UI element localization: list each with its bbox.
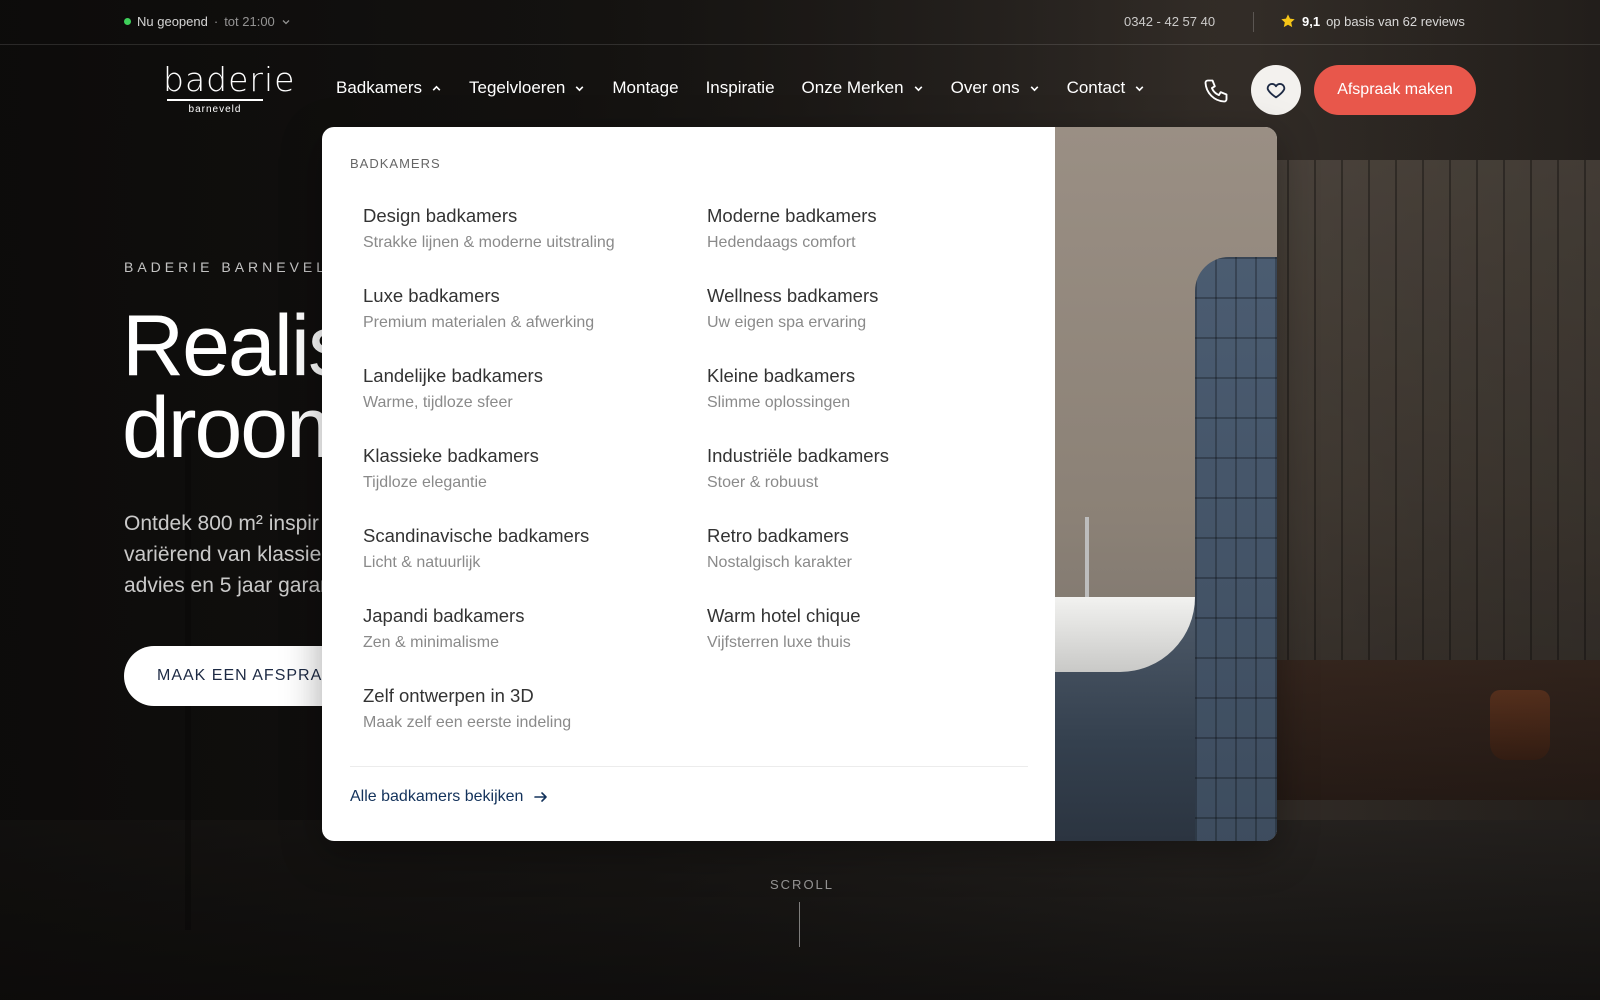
reviews-rating[interactable]: 9,1 op basis van 62 reviews [1280, 13, 1465, 29]
nav-label: Onze Merken [801, 78, 904, 97]
mega-menu-column-left: Design badkamers Strakke lijnen & modern… [363, 204, 693, 764]
make-appointment-button[interactable]: Afspraak maken [1314, 65, 1476, 115]
menu-item-subtitle: Hedendaags comfort [707, 234, 856, 251]
promo-tiled-column [1195, 257, 1277, 841]
arrow-right-icon [534, 792, 548, 802]
hero-title-line: Realis [122, 298, 351, 394]
phone-number-link[interactable]: 0342 - 42 57 40 [1124, 14, 1215, 29]
scroll-indicator-label: SCROLL [770, 877, 835, 892]
menu-item-subtitle: Nostalgisch karakter [707, 554, 852, 571]
menu-item-wellness-badkamers[interactable]: Wellness badkamers Uw eigen spa ervaring [707, 284, 1037, 364]
chevron-down-icon [1135, 85, 1144, 91]
nav-item-inspiratie[interactable]: Inspiratie [706, 78, 775, 98]
hero-title-line: droom [122, 380, 358, 476]
menu-item-subtitle: Licht & natuurlijk [363, 554, 481, 571]
menu-item-title: Retro badkamers [707, 525, 849, 546]
menu-item-subtitle: Uw eigen spa ervaring [707, 314, 867, 331]
main-nav: Badkamers Tegelvloeren Montage Inspirati… [336, 78, 1145, 98]
main-header: baderie barneveld Badkamers Tegelvloeren… [0, 45, 1600, 135]
hero-title: Realis droom [122, 298, 358, 476]
nav-item-onze-merken[interactable]: Onze Merken [802, 78, 924, 98]
chevron-down-icon [914, 85, 922, 91]
rating-text: op basis van 62 reviews [1326, 13, 1465, 29]
menu-item-scandinavische-badkamers[interactable]: Scandinavische badkamers Licht & natuurl… [363, 524, 693, 604]
menu-item-title: Moderne badkamers [707, 205, 877, 226]
menu-item-subtitle: Zen & minimalisme [363, 634, 500, 651]
menu-item-design-badkamers[interactable]: Design badkamers Strakke lijnen & modern… [363, 204, 693, 284]
rating-score: 9,1 [1302, 13, 1321, 29]
menu-item-subtitle: Vijfsterren luxe thuis [707, 634, 851, 651]
nav-item-over-ons[interactable]: Over ons [951, 78, 1040, 98]
menu-item-kleine-badkamers[interactable]: Kleine badkamers Slimme oplossingen [707, 364, 1037, 444]
opening-hours-toggle[interactable]: Nu geopend · tot 21:00 [124, 14, 291, 29]
nav-label: Over ons [950, 78, 1020, 97]
green-dot-icon [124, 18, 131, 25]
menu-item-zelf-ontwerpen-3d[interactable]: Zelf ontwerpen in 3D Maak zelf een eerst… [363, 684, 693, 764]
menu-item-subtitle: Premium materialen & afwerking [363, 314, 595, 331]
menu-item-moderne-badkamers[interactable]: Moderne badkamers Hedendaags comfort [707, 204, 1037, 284]
menu-item-japandi-badkamers[interactable]: Japandi badkamers Zen & minimalisme [363, 604, 693, 684]
open-status-text: Nu geopend [137, 14, 208, 29]
menu-item-title: Klassieke badkamers [363, 445, 539, 466]
chevron-down-icon [282, 19, 290, 24]
menu-item-klassieke-badkamers[interactable]: Klassieke badkamers Tijdloze elegantie [363, 444, 693, 524]
chevron-down-icon [576, 85, 584, 91]
nav-item-montage[interactable]: Montage [612, 78, 678, 98]
promo-faucet [1085, 517, 1089, 607]
nav-item-contact[interactable]: Contact [1067, 78, 1146, 98]
menu-item-warm-hotel-chique[interactable]: Warm hotel chique Vijfsterren luxe thuis [707, 604, 1037, 684]
menu-item-title: Kleine badkamers [707, 365, 856, 386]
badkamers-mega-menu: BADKAMERS Design badkamers Strakke lijne… [322, 127, 1277, 841]
phone-icon[interactable] [1202, 77, 1230, 105]
scroll-indicator-line [799, 902, 800, 947]
heart-icon [1266, 83, 1286, 99]
nav-item-badkamers[interactable]: Badkamers [336, 78, 442, 98]
chevron-down-icon [1030, 85, 1038, 91]
mega-menu-heading: BADKAMERS [350, 156, 441, 171]
menu-item-landelijke-badkamers[interactable]: Landelijke badkamers Warme, tijdloze sfe… [363, 364, 693, 444]
hero-eyebrow: BADERIE BARNEVELD [124, 259, 343, 275]
view-all-bathrooms-link[interactable]: Alle badkamers bekijken [350, 788, 549, 806]
logo[interactable]: baderie barneveld [163, 60, 296, 116]
logo-name: baderie [163, 60, 296, 99]
menu-item-title: Scandinavische badkamers [363, 525, 590, 546]
nav-label: Badkamers [336, 78, 422, 97]
top-bar: Nu geopend · tot 21:00 0342 - 42 57 40 9… [0, 0, 1600, 45]
separator-text: · [213, 14, 219, 29]
menu-item-title: Design badkamers [363, 205, 518, 226]
favorites-button[interactable] [1251, 65, 1301, 115]
chevron-up-icon [432, 85, 441, 91]
menu-item-subtitle: Slimme oplossingen [707, 394, 851, 411]
divider [1253, 12, 1254, 32]
nav-item-tegelvloeren[interactable]: Tegelvloeren [469, 78, 585, 98]
logo-location: barneveld [188, 104, 242, 115]
menu-item-title: Landelijke badkamers [363, 365, 543, 386]
menu-item-subtitle: Warme, tijdloze sfeer [363, 394, 513, 411]
bathroom-promo-image [1055, 127, 1277, 841]
menu-item-industriele-badkamers[interactable]: Industriële badkamers Stoer & robuust [707, 444, 1037, 524]
nav-label: Montage [612, 78, 679, 97]
logo-rule [167, 99, 263, 101]
menu-item-subtitle: Strakke lijnen & moderne uitstraling [363, 234, 615, 251]
menu-item-title: Industriële badkamers [707, 445, 890, 466]
menu-item-luxe-badkamers[interactable]: Luxe badkamers Premium materialen & afwe… [363, 284, 693, 364]
menu-item-retro-badkamers[interactable]: Retro badkamers Nostalgisch karakter [707, 524, 1037, 604]
menu-item-subtitle: Stoer & robuust [707, 474, 819, 491]
view-all-label: Alle badkamers bekijken [350, 788, 524, 805]
menu-item-title: Luxe badkamers [363, 285, 500, 306]
nav-label: Tegelvloeren [468, 78, 566, 97]
menu-item-subtitle: Tijdloze elegantie [363, 474, 487, 491]
divider [350, 766, 1028, 767]
open-until-text: tot 21:00 [224, 14, 275, 29]
mega-menu-column-right: Moderne badkamers Hedendaags comfort Wel… [707, 204, 1037, 684]
nav-label: Contact [1066, 78, 1126, 97]
menu-item-title: Japandi badkamers [363, 605, 525, 626]
menu-item-title: Zelf ontwerpen in 3D [363, 685, 534, 706]
star-icon [1281, 14, 1295, 28]
nav-label: Inspiratie [705, 78, 775, 97]
menu-item-title: Wellness badkamers [707, 285, 879, 306]
menu-item-subtitle: Maak zelf een eerste indeling [363, 714, 572, 731]
menu-item-title: Warm hotel chique [707, 605, 861, 626]
